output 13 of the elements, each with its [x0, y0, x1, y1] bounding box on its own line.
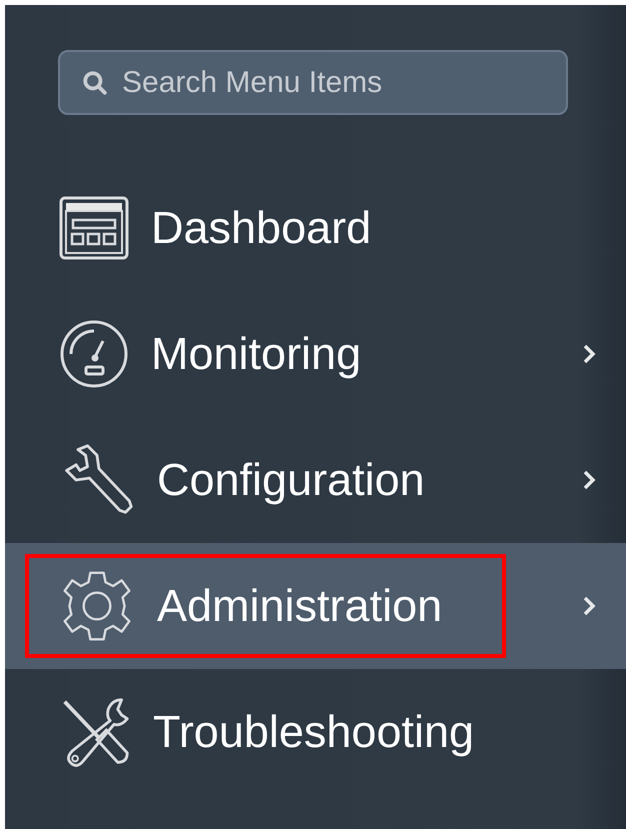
menu-item[interactable]: Troubleshooting [5, 669, 626, 795]
menu-label: Configuration [157, 454, 425, 506]
gauge-icon [59, 319, 129, 389]
menu-item[interactable]: Monitoring [5, 291, 626, 417]
menu-item[interactable]: Configuration [5, 417, 626, 543]
menu-label: Dashboard [151, 202, 372, 254]
menu-label: Monitoring [151, 328, 362, 380]
search-field[interactable]: Search Menu Items [58, 50, 568, 115]
menu-item[interactable]: Dashboard [5, 165, 626, 291]
menu-item[interactable]: Administration [5, 543, 626, 669]
menu-label: Troubleshooting [153, 706, 474, 758]
menu-label: Administration [157, 580, 442, 632]
dashboard-icon [59, 196, 129, 260]
